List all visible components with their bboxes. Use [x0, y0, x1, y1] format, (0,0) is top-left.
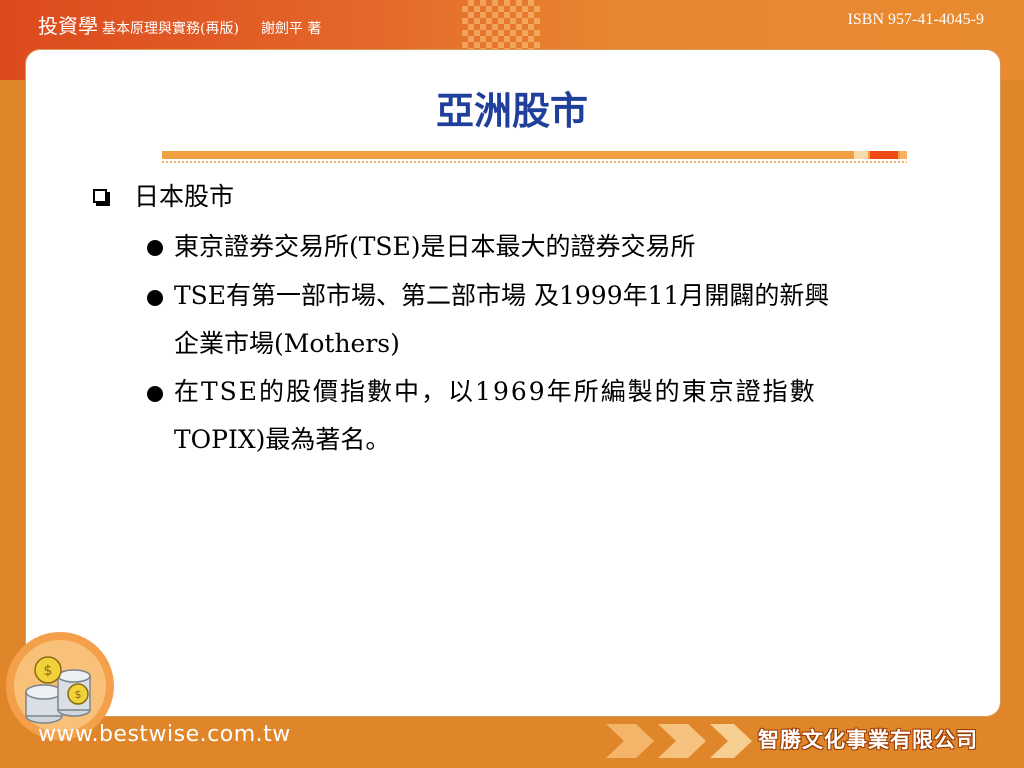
list-item: 東京證券交易所(TSE)是日本最大的證券交易所	[90, 222, 985, 272]
slide-title: 亞洲股市	[435, 89, 588, 133]
heading-item: 日本股市	[90, 172, 985, 222]
title-dotted-line	[162, 161, 907, 163]
isbn-label: ISBN 957-41-4045-9	[847, 11, 984, 28]
list-item-text-continued: TOPIX)最為著名。	[174, 425, 391, 454]
book-subtitle: 基本原理與實務(再版)	[102, 21, 239, 37]
company-name: 智勝文化事業有限公司	[758, 728, 978, 752]
title-underline-segment	[854, 151, 868, 159]
list-item-text: TSE有第一部市場、第二部市場 及1999年11月開闢的新興	[174, 281, 830, 310]
title-underline-accent	[870, 151, 898, 159]
slide-content: 日本股市 東京證券交易所(TSE)是日本最大的證券交易所 TSE有第一部市場、第…	[90, 172, 985, 464]
list-item: TSE有第一部市場、第二部市場 及1999年11月開闢的新興 企業市場(Moth…	[90, 272, 985, 368]
title-underline	[162, 151, 907, 159]
svg-text:$: $	[44, 663, 53, 679]
title-underline-segment	[900, 151, 907, 159]
checkbox-bullet-icon	[93, 189, 107, 203]
header-checker-pattern	[462, 0, 540, 54]
header-book-info: 投資學 基本原理與實務(再版) 謝劍平 著	[38, 10, 321, 39]
double-arrow-icon	[606, 724, 752, 758]
svg-text:$: $	[75, 688, 82, 701]
book-brand: 投資學	[38, 14, 98, 38]
list-item-text: 東京證券交易所(TSE)是日本最大的證券交易所	[174, 232, 696, 261]
list-item-text-continued: 企業市場(Mothers)	[174, 329, 400, 358]
heading-text: 日本股市	[134, 182, 235, 211]
list-item: 在TSE的股價指數中，以1969年所編製的東京證指數 TOPIX)最為著名。	[90, 368, 985, 464]
website-url: www.bestwise.com.tw	[38, 722, 291, 747]
round-bullet-icon	[147, 290, 163, 306]
list-item-text: 在TSE的股價指數中，以1969年所編製的東京證指數	[174, 377, 817, 406]
round-bullet-icon	[147, 386, 163, 402]
book-author: 謝劍平 著	[260, 21, 322, 37]
round-bullet-icon	[147, 240, 163, 256]
